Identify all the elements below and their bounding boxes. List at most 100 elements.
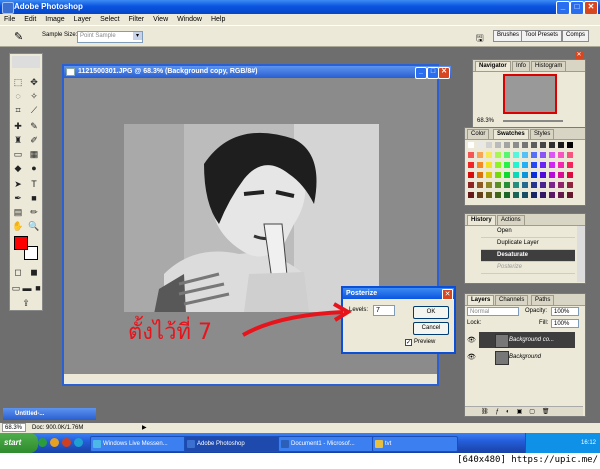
notes-icon[interactable]: ▤ [12, 206, 24, 218]
doc-close-icon[interactable]: ✕ [438, 67, 450, 79]
taskbar-item-word[interactable]: Document1 - Microsof... [278, 436, 382, 452]
swatch-cell[interactable] [539, 181, 547, 189]
swatch-cell[interactable] [557, 191, 565, 199]
sample-size-select[interactable]: Point Sample ▾ [77, 31, 143, 43]
navigator-thumbnail[interactable] [503, 74, 557, 114]
swatch-cell[interactable] [539, 171, 547, 179]
eraser-icon[interactable]: ▭ [12, 148, 24, 160]
swatch-cell[interactable] [512, 181, 520, 189]
eye-icon[interactable]: 👁 [467, 353, 476, 361]
tab-color[interactable]: Color [467, 129, 490, 139]
swatch-cell[interactable] [530, 141, 538, 149]
crop-icon[interactable]: ⌗ [12, 104, 24, 116]
swatch-cell[interactable] [467, 191, 475, 199]
opacity-input[interactable]: 100% [551, 307, 579, 316]
menu-edit[interactable]: Edit [24, 16, 36, 23]
levels-input[interactable]: 7 [373, 305, 395, 316]
swatch-cell[interactable] [521, 181, 529, 189]
swatch-grid[interactable] [467, 141, 577, 203]
preview-checkbox[interactable]: ✓ [405, 339, 412, 346]
swatch-cell[interactable] [476, 191, 484, 199]
pen-icon[interactable]: ✒ [12, 192, 24, 204]
swatch-cell[interactable] [512, 191, 520, 199]
tab-info[interactable]: Info [512, 61, 531, 71]
quicklaunch-icon[interactable] [74, 438, 83, 447]
swatch-cell[interactable] [467, 171, 475, 179]
minimized-document[interactable]: Untitled-... [3, 408, 96, 420]
swatch-cell[interactable] [494, 141, 502, 149]
swatch-cell[interactable] [539, 161, 547, 169]
swatch-cell[interactable] [566, 171, 574, 179]
gradient-icon[interactable]: ▦ [28, 148, 40, 160]
swatch-cell[interactable] [566, 161, 574, 169]
menu-window[interactable]: Window [177, 16, 202, 23]
swatch-cell[interactable] [512, 171, 520, 179]
document-title-bar[interactable]: 1121500301.JPG @ 68.3% (Background copy,… [64, 66, 451, 79]
swatch-cell[interactable] [476, 151, 484, 159]
palette-comps-tab[interactable]: Comps [562, 30, 590, 42]
swatch-cell[interactable] [521, 151, 529, 159]
swatch-cell[interactable] [476, 161, 484, 169]
maximize-icon[interactable]: □ [570, 1, 584, 15]
swatch-cell[interactable] [494, 181, 502, 189]
clone-stamp-icon[interactable]: ♜ [12, 134, 24, 146]
swatch-cell[interactable] [503, 181, 511, 189]
swatch-cell[interactable] [557, 171, 565, 179]
menu-select[interactable]: Select [100, 16, 119, 23]
swatch-cell[interactable] [521, 161, 529, 169]
menu-image[interactable]: Image [45, 16, 64, 23]
menu-help[interactable]: Help [211, 16, 225, 23]
swatch-cell[interactable] [485, 191, 493, 199]
swatch-cell[interactable] [467, 141, 475, 149]
hand-icon[interactable]: ✋ [12, 220, 24, 232]
swatch-cell[interactable] [539, 191, 547, 199]
quicklaunch-icon[interactable] [50, 438, 59, 447]
swatch-cell[interactable] [476, 181, 484, 189]
swatch-cell[interactable] [494, 191, 502, 199]
taskbar-item-folder[interactable]: tvt [372, 436, 458, 452]
swatch-cell[interactable] [557, 161, 565, 169]
posterize-close-icon[interactable]: ✕ [442, 289, 453, 300]
type-icon[interactable]: T [28, 178, 40, 190]
app-title-bar[interactable]: Adobe Photoshop _ □ ✕ [0, 0, 600, 15]
screen-mode-full-icon[interactable]: ■ [32, 282, 44, 294]
dodge-icon[interactable]: ● [28, 162, 40, 174]
palette-brushes-tab[interactable]: Brushes [493, 30, 524, 42]
navigator-zoom[interactable]: 68.3% [477, 118, 494, 124]
quicklaunch-icon[interactable] [38, 438, 47, 447]
swatch-cell[interactable] [557, 141, 565, 149]
minimize-icon[interactable]: _ [556, 1, 570, 15]
swatch-cell[interactable] [485, 141, 493, 149]
swatch-cell[interactable] [566, 151, 574, 159]
swatch-cell[interactable] [494, 151, 502, 159]
swatch-cell[interactable] [467, 181, 475, 189]
zoom-icon[interactable]: 🔍 [28, 220, 40, 232]
swatch-cell[interactable] [512, 141, 520, 149]
marquee-icon[interactable]: ⬚ [12, 76, 24, 88]
navigator-zoom-slider[interactable] [503, 120, 563, 122]
status-zoom[interactable]: 68.3% [2, 423, 26, 432]
swatch-cell[interactable] [503, 141, 511, 149]
tab-paths[interactable]: Paths [531, 295, 555, 305]
swatch-cell[interactable] [476, 171, 484, 179]
swatch-cell[interactable] [494, 161, 502, 169]
swatch-cell[interactable] [503, 191, 511, 199]
posterize-title-bar[interactable]: Posterize [343, 288, 454, 299]
doc-minimize-icon[interactable]: _ [415, 67, 427, 79]
swatch-cell[interactable] [548, 171, 556, 179]
swatch-cell[interactable] [548, 161, 556, 169]
fill-input[interactable]: 100% [551, 319, 579, 328]
taskbar-item-photoshop[interactable]: Adobe Photoshop [184, 436, 288, 452]
swatch-cell[interactable] [530, 161, 538, 169]
swatch-cell[interactable] [557, 151, 565, 159]
history-item-dim[interactable]: Posterize [481, 262, 575, 274]
swatch-cell[interactable] [503, 151, 511, 159]
swatch-cell[interactable] [521, 171, 529, 179]
swatch-cell[interactable] [530, 171, 538, 179]
swatch-cell[interactable] [548, 141, 556, 149]
status-menu-arrow-icon[interactable]: ▶ [142, 423, 147, 433]
start-button[interactable]: start [0, 433, 38, 453]
eyedropper-icon[interactable]: ✎ [14, 30, 28, 44]
palette-well-icon[interactable]: 🖫 [476, 31, 488, 43]
brush-icon[interactable]: ✎ [28, 120, 40, 132]
